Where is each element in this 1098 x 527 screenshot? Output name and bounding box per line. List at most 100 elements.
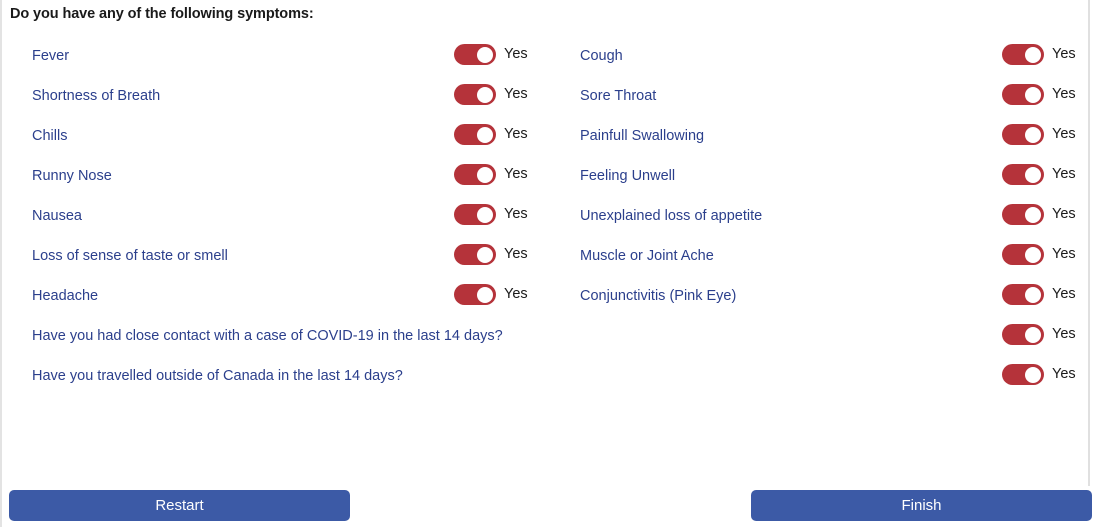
question-label[interactable]: Have you had close contact with a case o… <box>32 326 503 346</box>
question-toggle-value: Yes <box>1052 366 1076 382</box>
symptom-label[interactable]: Nausea <box>32 206 82 226</box>
symptom-row-painfull-swallowing: Painfull Swallowing Yes <box>580 124 1076 148</box>
symptom-toggle-value: Yes <box>504 166 528 182</box>
symptom-toggle[interactable] <box>1002 284 1044 305</box>
symptom-toggle-value: Yes <box>504 206 528 222</box>
toggle-knob <box>477 86 493 103</box>
toggle-knob <box>1025 286 1041 303</box>
symptom-label[interactable]: Painfull Swallowing <box>580 126 704 146</box>
toggle-knob <box>1025 86 1041 103</box>
symptom-row-feeling-unwell: Feeling Unwell Yes <box>580 164 1076 188</box>
symptom-row-runny-nose: Runny Nose Yes <box>32 164 528 188</box>
symptom-label[interactable]: Muscle or Joint Ache <box>580 246 714 266</box>
symptom-toggle[interactable] <box>454 204 496 225</box>
symptom-toggle-group: Yes <box>1002 44 1076 65</box>
symptom-toggle[interactable] <box>454 164 496 185</box>
symptom-toggle[interactable] <box>1002 204 1044 225</box>
symptom-toggle-value: Yes <box>504 86 528 102</box>
question-toggle-group: Yes <box>1002 324 1076 345</box>
symptom-toggle[interactable] <box>454 84 496 105</box>
toggle-knob <box>477 246 493 263</box>
symptom-label[interactable]: Conjunctivitis (Pink Eye) <box>580 286 736 306</box>
symptom-row-shortness-of-breath: Shortness of Breath Yes <box>32 84 528 108</box>
question-row-travel: Have you travelled outside of Canada in … <box>32 364 1076 388</box>
symptom-row-chills: Chills Yes <box>32 124 528 148</box>
symptom-toggle-value: Yes <box>1052 166 1076 182</box>
toggle-knob <box>1025 326 1041 343</box>
symptom-toggle-value: Yes <box>504 286 528 302</box>
symptom-row-sore-throat: Sore Throat Yes <box>580 84 1076 108</box>
toggle-knob <box>477 46 493 63</box>
symptom-toggle[interactable] <box>454 44 496 65</box>
symptom-row-fever: Fever Yes <box>32 44 528 68</box>
symptom-toggle-group: Yes <box>1002 164 1076 185</box>
symptom-label[interactable]: Feeling Unwell <box>580 166 675 186</box>
symptom-row-loss-of-taste-or-smell: Loss of sense of taste or smell Yes <box>32 244 528 268</box>
screening-form-page: Do you have any of the following symptom… <box>0 0 1098 527</box>
symptom-toggle[interactable] <box>1002 244 1044 265</box>
question-toggle[interactable] <box>1002 364 1044 385</box>
symptom-toggle[interactable] <box>1002 124 1044 145</box>
question-toggle[interactable] <box>1002 324 1044 345</box>
toggle-knob <box>1025 166 1041 183</box>
symptom-row-nausea: Nausea Yes <box>32 204 528 228</box>
right-divider <box>1088 0 1090 486</box>
symptom-label[interactable]: Sore Throat <box>580 86 656 106</box>
symptom-toggle-value: Yes <box>1052 206 1076 222</box>
symptom-toggle-group: Yes <box>454 204 528 225</box>
symptom-toggle-group: Yes <box>1002 244 1076 265</box>
question-toggle-value: Yes <box>1052 326 1076 342</box>
symptom-toggle-group: Yes <box>1002 124 1076 145</box>
symptom-row-conjunctivitis: Conjunctivitis (Pink Eye) Yes <box>580 284 1076 308</box>
restart-button[interactable]: Restart <box>9 490 350 521</box>
toggle-knob <box>477 166 493 183</box>
toggle-knob <box>477 126 493 143</box>
symptom-label[interactable]: Cough <box>580 46 623 66</box>
symptom-label[interactable]: Unexplained loss of appetite <box>580 206 762 226</box>
symptom-toggle[interactable] <box>454 284 496 305</box>
symptom-toggle-group: Yes <box>1002 204 1076 225</box>
symptom-toggle-value: Yes <box>1052 286 1076 302</box>
symptom-label[interactable]: Shortness of Breath <box>32 86 160 106</box>
symptom-toggle-value: Yes <box>1052 86 1076 102</box>
toggle-knob <box>1025 126 1041 143</box>
symptom-label[interactable]: Headache <box>32 286 98 306</box>
symptom-row-loss-of-appetite: Unexplained loss of appetite Yes <box>580 204 1076 228</box>
symptom-row-muscle-or-joint-ache: Muscle or Joint Ache Yes <box>580 244 1076 268</box>
symptom-toggle-value: Yes <box>1052 126 1076 142</box>
symptom-toggle-value: Yes <box>504 46 528 62</box>
symptom-toggle-group: Yes <box>454 84 528 105</box>
toggle-knob <box>1025 46 1041 63</box>
toggle-knob <box>1025 206 1041 223</box>
question-row-close-contact: Have you had close contact with a case o… <box>32 324 1076 348</box>
symptom-label[interactable]: Runny Nose <box>32 166 112 186</box>
symptom-toggle-group: Yes <box>454 44 528 65</box>
symptom-toggle-group: Yes <box>1002 284 1076 305</box>
symptom-toggle-group: Yes <box>1002 84 1076 105</box>
symptom-toggle-value: Yes <box>1052 46 1076 62</box>
toggle-knob <box>1025 366 1041 383</box>
symptom-label[interactable]: Chills <box>32 126 67 146</box>
symptom-label[interactable]: Loss of sense of taste or smell <box>32 246 228 266</box>
symptom-toggle[interactable] <box>1002 44 1044 65</box>
symptom-toggle[interactable] <box>454 124 496 145</box>
question-toggle-group: Yes <box>1002 364 1076 385</box>
toggle-knob <box>477 206 493 223</box>
symptom-toggle-value: Yes <box>1052 246 1076 262</box>
symptom-row-cough: Cough Yes <box>580 44 1076 68</box>
finish-button[interactable]: Finish <box>751 490 1092 521</box>
symptom-toggle-group: Yes <box>454 284 528 305</box>
symptom-toggle[interactable] <box>1002 84 1044 105</box>
symptom-toggle[interactable] <box>1002 164 1044 185</box>
question-label[interactable]: Have you travelled outside of Canada in … <box>32 366 403 386</box>
page-title: Do you have any of the following symptom… <box>10 6 314 22</box>
toggle-knob <box>1025 246 1041 263</box>
symptom-row-headache: Headache Yes <box>32 284 528 308</box>
symptom-toggle[interactable] <box>454 244 496 265</box>
symptom-label[interactable]: Fever <box>32 46 69 66</box>
symptom-toggle-group: Yes <box>454 164 528 185</box>
symptom-toggle-value: Yes <box>504 126 528 142</box>
symptom-toggle-group: Yes <box>454 244 528 265</box>
symptom-toggle-group: Yes <box>454 124 528 145</box>
symptom-toggle-value: Yes <box>504 246 528 262</box>
